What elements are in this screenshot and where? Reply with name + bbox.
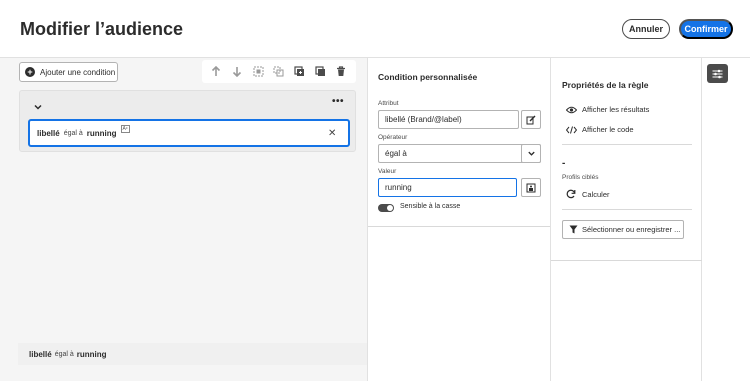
case-sensitive-badge: Aᶜ — [120, 125, 130, 133]
page-title: Modifier l’audience — [20, 19, 184, 39]
calculate-link[interactable]: Calculer — [566, 189, 610, 199]
duplicate-icon[interactable] — [293, 65, 307, 79]
attribute-field[interactable]: libellé (Brand/@label) — [378, 110, 519, 129]
confirm-button[interactable]: Confirmer — [679, 19, 733, 39]
refresh-icon — [566, 189, 578, 199]
targeted-profiles-label: Profils ciblés — [562, 174, 599, 181]
case-sensitive-label: Sensible à la casse — [400, 203, 461, 210]
canvas-toolbar — [202, 60, 356, 83]
operator-select-value: égal à — [385, 149, 407, 158]
more-options-icon[interactable]: ••• — [332, 96, 344, 107]
add-condition-label: Ajouter une condition — [40, 67, 116, 77]
code-icon — [566, 125, 578, 134]
header-bar: Modifier l’audience Annuler Confirmer — [0, 0, 750, 58]
add-condition-button[interactable]: + Ajouter une condition — [19, 62, 118, 82]
show-code-label: Afficher le code — [582, 125, 634, 134]
rule-properties-panel: Propriétés de la règle Afficher les résu… — [550, 58, 703, 381]
copy-icon[interactable] — [314, 65, 328, 79]
show-results-label: Afficher les résultats — [582, 105, 650, 114]
operator-label: Opérateur — [378, 134, 408, 141]
select-or-save-button[interactable]: Sélectionner ou enregistrer ... — [562, 220, 684, 239]
show-code-link[interactable]: Afficher le code — [566, 125, 634, 134]
operator-dropdown-button[interactable] — [521, 144, 541, 163]
calculate-label: Calculer — [582, 189, 610, 199]
value-label: Valeur — [378, 168, 397, 175]
panel-bottom-divider — [551, 260, 703, 261]
rule-properties-title: Propriétés de la règle — [562, 80, 649, 90]
summary-operator: égal à — [54, 350, 74, 358]
funnel-icon — [569, 225, 578, 234]
condition-value: running — [86, 128, 117, 138]
show-results-link[interactable]: Afficher les résultats — [566, 105, 649, 114]
group-icon[interactable] — [251, 65, 265, 79]
condition-attribute: libellé — [37, 128, 60, 138]
rule-canvas: + Ajouter une condition ••• libellé égal… — [0, 58, 548, 381]
chevron-down-icon[interactable] — [33, 99, 43, 110]
plus-circle-icon: + — [25, 67, 35, 77]
pencil-icon — [526, 115, 536, 124]
value-picker-button[interactable] — [521, 178, 541, 197]
value-input[interactable]: running — [378, 178, 517, 197]
condition-operator: égal à — [63, 129, 83, 137]
operator-select[interactable]: égal à — [378, 144, 541, 163]
condition-panel-title: Condition personnalisée — [378, 72, 478, 82]
settings-sliders-button[interactable] — [707, 64, 728, 83]
edit-attribute-button[interactable] — [521, 110, 541, 129]
condition-item[interactable]: libellé égal à running Aᶜ ✕ — [28, 119, 350, 147]
condition-panel: Condition personnalisée Attribut libellé… — [367, 58, 551, 381]
arrow-up-icon[interactable] — [209, 65, 223, 79]
sliders-icon — [712, 69, 723, 78]
delete-icon[interactable] — [334, 65, 348, 79]
chevron-down-icon — [527, 151, 535, 156]
section-divider-2 — [562, 209, 692, 210]
picker-icon — [526, 183, 536, 192]
remove-condition-icon[interactable]: ✕ — [328, 128, 336, 139]
eye-icon — [566, 106, 578, 114]
summary-value: running — [76, 349, 107, 359]
summary-attribute: libellé — [29, 349, 52, 359]
case-sensitive-toggle[interactable] — [378, 204, 394, 212]
side-rail — [702, 58, 750, 381]
profile-count-value: - — [562, 158, 566, 169]
panel-divider — [368, 226, 551, 227]
arrow-down-icon[interactable] — [230, 65, 244, 79]
cancel-button[interactable]: Annuler — [622, 19, 670, 39]
attribute-label: Attribut — [378, 100, 399, 107]
ungroup-icon[interactable] — [272, 65, 286, 79]
select-or-save-label: Sélectionner ou enregistrer ... — [582, 225, 681, 234]
section-divider — [562, 144, 692, 145]
rule-group-card: ••• libellé égal à running Aᶜ ✕ — [19, 90, 356, 152]
